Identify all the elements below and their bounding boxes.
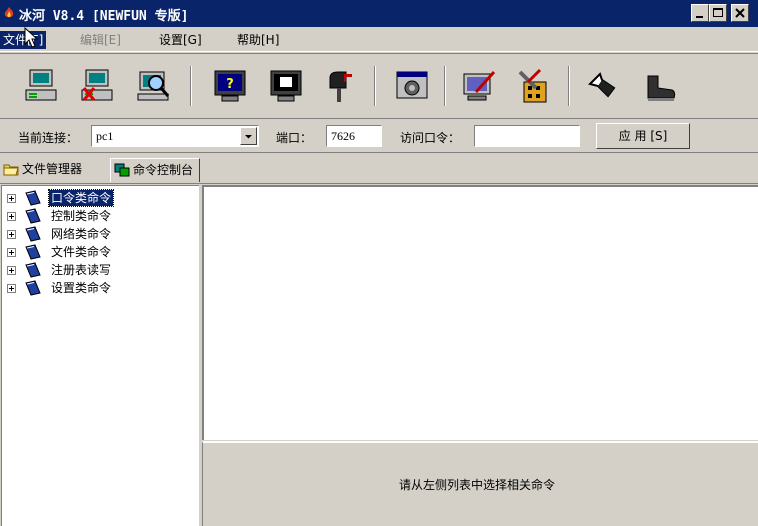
book-icon: [25, 280, 41, 296]
tree-item-label: 控制类命令: [51, 209, 112, 223]
tools-button[interactable]: [510, 62, 558, 110]
disconnect-button[interactable]: [74, 62, 122, 110]
tab-label: 命令控制台: [133, 163, 194, 177]
book-icon: [25, 190, 41, 206]
menu-bar: 文件[F] 编辑[E] 设置[G] 帮助[H]: [0, 27, 758, 52]
tree-item-network-commands[interactable]: 网络类命令: [2, 226, 198, 242]
password-input[interactable]: [475, 126, 579, 146]
book-icon: [25, 226, 41, 242]
system-settings-icon: [396, 71, 428, 99]
tab-label: 文件管理器: [22, 162, 83, 176]
tree-item-label: 注册表读写: [51, 263, 112, 277]
toolbar-separator: [190, 66, 192, 106]
help-monitor-icon: ?: [214, 70, 246, 102]
system-settings-button[interactable]: [388, 62, 436, 110]
expand-icon[interactable]: [7, 284, 16, 293]
expand-icon[interactable]: [7, 212, 16, 221]
close-button[interactable]: [731, 4, 749, 22]
svg-text:?: ?: [226, 77, 234, 92]
book-icon: [25, 208, 41, 224]
tab-file-manager[interactable]: 文件管理器: [0, 158, 88, 182]
tab-command-console[interactable]: 命令控制台: [110, 158, 201, 182]
tree-item-file-commands[interactable]: 文件类命令: [2, 244, 198, 260]
arrow-button[interactable]: [578, 62, 626, 110]
folder-icon: [3, 164, 19, 176]
toolbar-separator: [568, 66, 570, 106]
chevron-down-icon: [245, 135, 252, 139]
expand-icon[interactable]: [7, 230, 16, 239]
port-input[interactable]: [327, 126, 381, 146]
toolbar-separator: [374, 66, 376, 106]
mouse-cursor-icon: [24, 27, 39, 48]
close-icon: [735, 8, 745, 18]
current-connection-label: 当前连接：: [18, 131, 79, 145]
port-label: 端口：: [276, 131, 313, 145]
maximize-icon: [713, 8, 723, 17]
expand-icon[interactable]: [7, 248, 16, 257]
mailbox-button[interactable]: [316, 62, 364, 110]
toolbar: ?: [0, 53, 758, 119]
apply-button[interactable]: 应 用 [S]: [596, 123, 690, 149]
toolbar-separator: [444, 66, 446, 106]
hint-text: 请从左侧列表中选择相关命令: [398, 478, 555, 492]
tree-item-password-commands[interactable]: 口令类命令: [2, 189, 198, 207]
password-field[interactable]: [474, 125, 580, 147]
menu-help[interactable]: 帮助[H]: [234, 31, 282, 49]
book-icon: [25, 244, 41, 260]
disconnect-computer-icon: [81, 69, 113, 101]
expand-icon[interactable]: [7, 266, 16, 275]
tree-item-label: 口令类命令: [47, 189, 115, 207]
hint-panel: 请从左侧列表中选择相关命令: [202, 441, 758, 526]
menu-settings[interactable]: 设置[G]: [156, 31, 205, 49]
dropdown-button[interactable]: [240, 127, 257, 145]
arrow-icon: [588, 72, 616, 98]
connection-bar: 当前连接： 端口： 访问口令： 应 用 [S]: [0, 119, 758, 153]
screen-control-icon: [270, 70, 302, 102]
window-title: 冰河 V8.4 [NEWFUN 专版]: [19, 9, 189, 24]
port-field[interactable]: [326, 125, 382, 147]
tree-item-label: 网络类命令: [51, 227, 112, 241]
current-connection-input[interactable]: [92, 126, 258, 146]
connect-computer-icon: [25, 69, 57, 101]
title-bar[interactable]: 冰河 V8.4 [NEWFUN 专版]: [0, 0, 758, 27]
mailbox-icon: [329, 71, 352, 102]
edit-monitor-icon: [463, 70, 496, 101]
help-screen-button[interactable]: ?: [206, 62, 254, 110]
password-label: 访问口令：: [400, 131, 461, 145]
minimize-button[interactable]: [691, 4, 709, 22]
search-button[interactable]: [130, 62, 178, 110]
tree-item-control-commands[interactable]: 控制类命令: [2, 208, 198, 224]
tree-item-settings-commands[interactable]: 设置类命令: [2, 280, 198, 296]
boot-button[interactable]: [636, 62, 684, 110]
console-icon: [114, 163, 130, 177]
command-output-area[interactable]: [202, 185, 758, 440]
tools-icon: [518, 68, 547, 103]
tab-strip: 文件管理器 命令控制台: [0, 154, 758, 184]
command-tree[interactable]: 口令类命令 控制类命令 网络类命令 文件类命令 注册表读写 设置类命令: [1, 185, 199, 526]
minimize-icon: [696, 16, 703, 18]
search-computer-icon: [137, 71, 170, 101]
screen-control-button[interactable]: [262, 62, 310, 110]
connect-button[interactable]: [18, 62, 66, 110]
current-connection-select[interactable]: [91, 125, 259, 147]
tree-item-registry[interactable]: 注册表读写: [2, 262, 198, 278]
fire-icon: [4, 7, 14, 18]
maximize-button[interactable]: [709, 4, 727, 22]
tree-item-label: 文件类命令: [51, 245, 112, 259]
book-icon: [25, 262, 41, 278]
expand-icon[interactable]: [7, 194, 16, 203]
tree-item-label: 设置类命令: [51, 281, 112, 295]
edit-screen-button[interactable]: [456, 62, 504, 110]
boot-icon: [647, 75, 676, 101]
menu-edit[interactable]: 编辑[E]: [77, 31, 124, 49]
